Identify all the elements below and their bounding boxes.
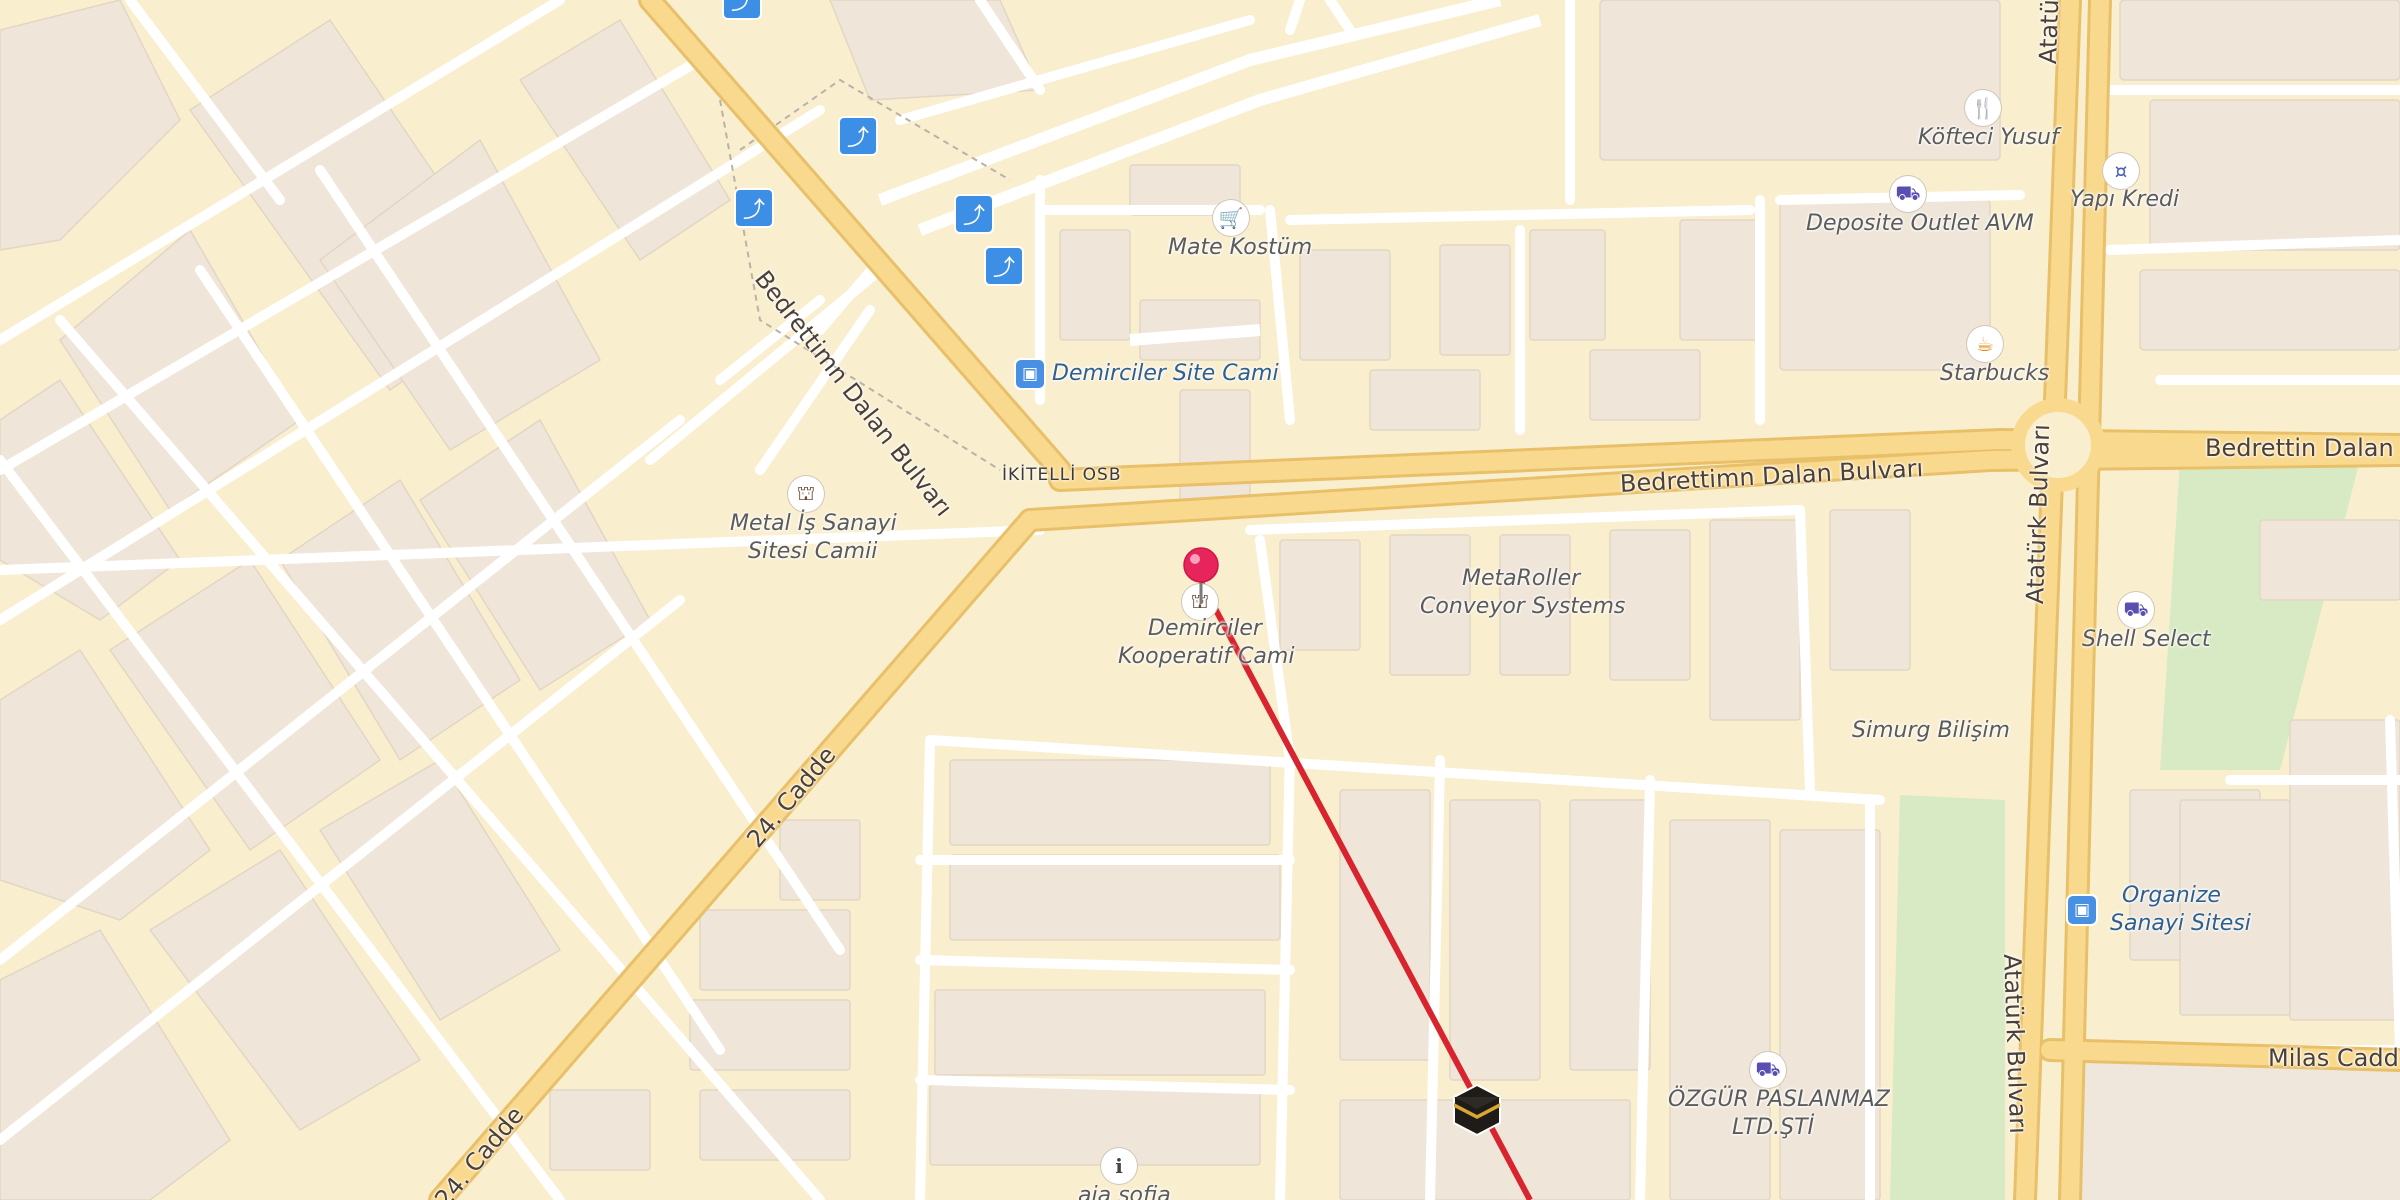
poi-label-demirciler-koop-1[interactable]: Demirciler [1148, 615, 1262, 643]
road-label-ataturk-top: Atatürk B [2034, 0, 2066, 65]
escalator-icon[interactable]: ⤴ [724, 0, 760, 18]
bus-stop-icon[interactable]: ▣ [1016, 360, 1044, 388]
restaurant-icon[interactable]: 🍴 [1965, 90, 2001, 126]
road-label-milas: Milas Cadd [2268, 1044, 2399, 1072]
map-canvas[interactable]: Bedrettimn Dalan Bulvarı Bedrettimn Dala… [0, 0, 2400, 1200]
escalator-icon[interactable]: ⤴ [986, 248, 1022, 284]
poi-label-shell[interactable]: Shell Select [2082, 626, 2211, 654]
poi-label-simurg[interactable]: Simurg Bilişim [1852, 717, 2010, 745]
kaaba-icon[interactable] [1450, 1083, 1504, 1137]
road-label-bedrettin-east: Bedrettin Dalan B [2205, 434, 2400, 462]
location-pin-icon[interactable] [1182, 546, 1220, 606]
poi-label-metal-is-1[interactable]: Metal İş Sanayi [730, 510, 897, 538]
poi-label-organize-1[interactable]: Organize [2122, 882, 2221, 910]
escalator-icon[interactable]: ⤴ [840, 118, 876, 154]
poi-label-yapi-kredi[interactable]: Yapı Kredi [2070, 186, 2179, 214]
poi-label-metaroller-2[interactable]: Conveyor Systems [1420, 593, 1625, 621]
mosque-icon[interactable]: ⛫ [788, 476, 824, 512]
poi-label-mate[interactable]: Mate Kostüm [1168, 234, 1312, 262]
poi-label-ozgur-2[interactable]: LTD.ŞTİ [1732, 1114, 1814, 1142]
shopping-bag-icon[interactable]: ⛟ [1890, 176, 1926, 212]
poi-label-aia[interactable]: aia sofia [1078, 1182, 1171, 1200]
escalator-icon[interactable]: ⤴ [736, 190, 772, 226]
info-icon[interactable]: i [1101, 1148, 1137, 1184]
poi-label-organize-2[interactable]: Sanayi Sitesi [2110, 910, 2251, 938]
area-label-ikitelli: İKİTELLİ OSB [1002, 465, 1122, 485]
shopping-bag-icon[interactable]: ⛟ [1750, 1052, 1786, 1088]
poi-label-metaroller-1[interactable]: MetaRoller [1462, 565, 1580, 593]
poi-label-metal-is-2[interactable]: Sitesi Camii [748, 538, 877, 566]
bank-icon[interactable]: ¤ [2103, 153, 2139, 189]
poi-label-starbucks[interactable]: Starbucks [1940, 360, 2049, 388]
poi-label-kofteci[interactable]: Köfteci Yusuf [1918, 124, 2059, 152]
bus-stop-icon[interactable]: ▣ [2068, 896, 2096, 924]
shopping-bag-icon[interactable]: ⛟ [2118, 592, 2154, 628]
poi-label-deposite[interactable]: Deposite Outlet AVM [1806, 210, 2034, 238]
shopping-cart-icon[interactable]: 🛒 [1213, 200, 1249, 236]
poi-label-ozgur-1[interactable]: ÖZGÜR PASLANMAZ [1668, 1086, 1890, 1114]
escalator-icon[interactable]: ⤴ [956, 196, 992, 232]
cafe-icon[interactable]: ☕ [1967, 326, 2003, 362]
poi-label-demirciler-koop-2[interactable]: Kooperatif Cami [1118, 643, 1294, 671]
green-area [1890, 795, 2005, 1200]
poi-label-demirciler-site[interactable]: Demirciler Site Cami [1052, 360, 1279, 388]
